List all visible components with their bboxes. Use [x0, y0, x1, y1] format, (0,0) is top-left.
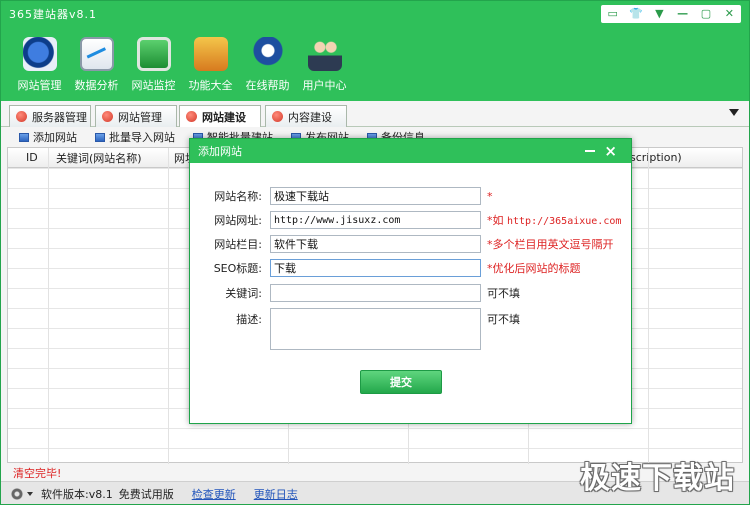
- add-site-button[interactable]: 添加网站: [19, 129, 77, 145]
- window-controls: ▭ 👕 ▼ — ▢ ✕: [601, 5, 741, 23]
- column-divider: [48, 148, 49, 464]
- form-row-site-url: 网站网址: *如 http://365aixue.com: [190, 210, 621, 230]
- form-row-site-name: 网站名称: *: [190, 186, 493, 206]
- skin-icon[interactable]: 👕: [625, 5, 647, 23]
- toolbar-online-help[interactable]: 在线帮助: [239, 37, 296, 93]
- tab-bar: 服务器管理 网站管理 网站建设 内容建设: [1, 101, 749, 127]
- column-divider: [648, 148, 649, 464]
- batch-import-button[interactable]: 批量导入网站: [95, 129, 175, 145]
- field-note-example: http://365aixue.com: [507, 216, 622, 227]
- edition-label: 免费试用版: [118, 487, 174, 501]
- toolbar-label: 数据分析: [74, 79, 119, 92]
- keywords-input[interactable]: [270, 284, 481, 302]
- field-label: 网站名称:: [214, 190, 262, 203]
- field-note: *多个栏目用英文逗号隔开: [487, 238, 614, 251]
- header-bar: 365建站器v8.1 ▭ 👕 ▼ — ▢ ✕ 网站管理 数据分析 网站监控 功能…: [1, 1, 749, 101]
- site-name-input[interactable]: [270, 187, 481, 205]
- field-note: *: [487, 189, 493, 203]
- field-note: *优化后网站的标题: [487, 262, 581, 275]
- apple-icon: [16, 111, 27, 122]
- apple-icon: [102, 111, 113, 122]
- form-row-seo-title: SEO标题: *优化后网站的标题: [190, 258, 581, 278]
- field-note: 可不填: [487, 287, 520, 300]
- tab-label: 内容建设: [288, 110, 332, 124]
- form-row-description: 描述: 可不填: [190, 308, 520, 352]
- minimize-icon[interactable]: —: [672, 5, 694, 23]
- field-label: 描述:: [236, 313, 262, 326]
- tab-content-build[interactable]: 内容建设: [265, 105, 347, 127]
- tab-site-build[interactable]: 网站建设: [179, 105, 261, 127]
- chevron-down-icon[interactable]: [27, 491, 33, 496]
- column-header-description[interactable]: scription): [630, 151, 682, 164]
- apple-icon: [186, 111, 197, 122]
- form-row-site-column: 网站栏目: *多个栏目用英文逗号隔开: [190, 234, 614, 254]
- toolbar-label: 网站管理: [17, 79, 62, 92]
- maximize-icon[interactable]: ▢: [695, 5, 717, 23]
- menu-icon[interactable]: ▭: [602, 5, 624, 23]
- dialog-titlebar: 添加网站 ×: [190, 139, 631, 163]
- field-note: *如 http://365aixue.com: [487, 212, 621, 228]
- toolbar-data-analysis[interactable]: 数据分析: [68, 37, 125, 93]
- functions-icon: [193, 37, 228, 71]
- field-note: 可不填: [487, 313, 520, 326]
- field-label: 网站栏目:: [214, 238, 262, 251]
- submit-button[interactable]: 提交: [360, 370, 442, 394]
- toolbar-user-center[interactable]: 用户中心: [296, 37, 353, 93]
- changelog-link[interactable]: 更新日志: [254, 486, 298, 502]
- column-header-id[interactable]: ID: [26, 151, 38, 164]
- seo-title-input[interactable]: [270, 259, 481, 277]
- field-label: 网站网址:: [214, 214, 262, 227]
- close-icon[interactable]: ×: [604, 142, 617, 160]
- site-manage-icon: [22, 37, 57, 71]
- table-icon: [95, 132, 105, 142]
- toolbar-label: 网站监控: [131, 79, 176, 92]
- tab-label: 服务器管理: [32, 110, 87, 124]
- tab-label: 网站建设: [202, 110, 246, 124]
- minimize-icon[interactable]: [585, 150, 595, 152]
- apple-icon: [272, 111, 283, 122]
- field-note-text: *如: [487, 214, 507, 227]
- toolbar-functions[interactable]: 功能大全: [182, 37, 239, 93]
- dialog-title: 添加网站: [198, 145, 242, 158]
- close-icon[interactable]: ✕: [718, 5, 740, 23]
- subtool-label: 添加网站: [33, 131, 77, 144]
- gear-icon[interactable]: [11, 487, 23, 500]
- field-label: 关键词:: [225, 287, 262, 300]
- tab-menu-dropdown-icon[interactable]: [729, 109, 739, 116]
- check-update-link[interactable]: 检查更新: [192, 486, 236, 502]
- dropdown-icon[interactable]: ▼: [648, 5, 670, 23]
- tab-site-manage[interactable]: 网站管理: [95, 105, 177, 127]
- tab-label: 网站管理: [118, 110, 162, 124]
- description-textarea[interactable]: [270, 308, 481, 350]
- field-label: SEO标题:: [213, 262, 262, 275]
- table-icon: [19, 132, 29, 142]
- subtool-label: 批量导入网站: [109, 131, 175, 144]
- data-analysis-icon: [79, 37, 114, 71]
- add-site-dialog: 添加网站 × 网站名称: * 网站网址: *如 http://365aixue.…: [189, 138, 632, 424]
- site-url-input[interactable]: [270, 211, 481, 229]
- app-title: 365建站器v8.1: [9, 8, 97, 21]
- column-divider: [168, 148, 169, 464]
- user-center-icon: [307, 37, 342, 71]
- main-toolbar: 网站管理 数据分析 网站监控 功能大全 在线帮助 用户中心: [11, 37, 353, 93]
- tab-server-manage[interactable]: 服务器管理: [9, 105, 91, 127]
- toolbar-label: 在线帮助: [245, 79, 290, 92]
- site-monitor-icon: [136, 37, 171, 71]
- toolbar-site-manage[interactable]: 网站管理: [11, 37, 68, 93]
- status-message: 清空完毕!: [13, 467, 62, 480]
- form-row-keywords: 关键词: 可不填: [190, 283, 520, 303]
- version-label: 软件版本:v8.1: [41, 487, 113, 501]
- site-column-input[interactable]: [270, 235, 481, 253]
- toolbar-site-monitor[interactable]: 网站监控: [125, 37, 182, 93]
- column-header-keyword[interactable]: 关键词(网站名称): [56, 150, 142, 166]
- online-help-icon: [250, 37, 285, 71]
- toolbar-label: 功能大全: [188, 79, 233, 92]
- app-window: 365建站器v8.1 ▭ 👕 ▼ — ▢ ✕ 网站管理 数据分析 网站监控 功能…: [0, 0, 750, 505]
- toolbar-label: 用户中心: [302, 79, 347, 92]
- watermark: 极速下载站: [580, 461, 735, 496]
